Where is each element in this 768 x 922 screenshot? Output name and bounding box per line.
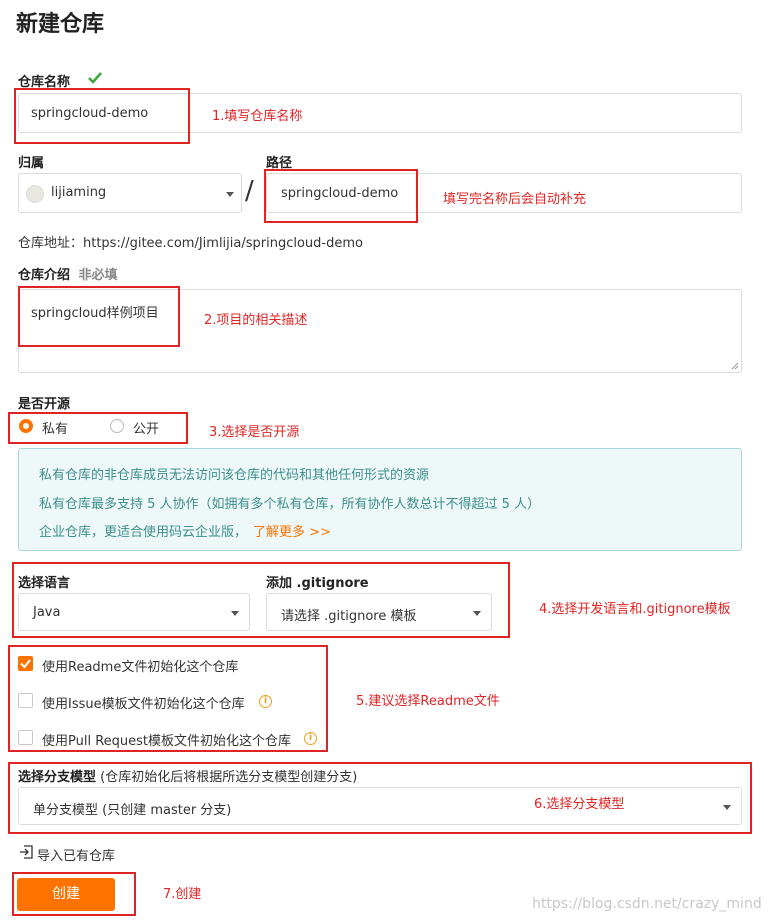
chevron-down-icon [723,805,731,810]
readme-checkbox[interactable] [18,656,33,671]
owner-select[interactable]: lijiaming [18,173,242,213]
create-button[interactable]: 创建 [17,878,115,911]
learn-more-link[interactable]: 了解更多 >> [253,525,331,540]
annotation-1: 1.填写仓库名称 [212,109,303,124]
pr-checkbox[interactable] [18,730,33,745]
annotation-box-2 [18,286,180,347]
radio-private[interactable] [19,419,33,433]
annotation-7: 7.创建 [163,887,202,902]
issue-checkbox[interactable] [18,693,33,708]
check-icon [20,659,31,669]
gitignore-label: 添加 .gitignore [266,576,369,591]
info-icon[interactable]: i [304,732,317,745]
notice-line-1: 私有仓库的非仓库成员无法访问该仓库的代码和其他任何形式的资源 [39,468,430,483]
owner-value: lijiaming [51,185,107,200]
radio-public[interactable] [110,419,124,433]
annotation-3: 3.选择是否开源 [209,425,300,440]
annotation-6: 6.选择分支模型 [534,797,625,812]
annotation-box-path [264,169,418,223]
gitignore-value: 请选择 .gitignore 模板 [281,609,417,624]
notice-box: 私有仓库的非仓库成员无法访问该仓库的代码和其他任何形式的资源 私有仓库最多支持 … [18,448,742,551]
repo-address: 仓库地址：https://gitee.com/Jimlijia/springcl… [18,236,363,251]
branch-select[interactable]: 单分支模型 (只创建 master 分支) [18,787,742,825]
radio-public-label[interactable]: 公开 [133,418,159,437]
page-title: 新建仓库 [16,12,105,37]
language-value: Java [33,605,61,620]
issue-label[interactable]: 使用Issue模板文件初始化这个仓库 [42,693,245,712]
watermark: https://blog.csdn.net/crazy_mind [532,896,762,912]
chevron-down-icon [231,611,239,616]
readme-label[interactable]: 使用Readme文件初始化这个仓库 [42,656,238,675]
branch-hint: (仓库初始化后将根据所选分支模型创建分支) [100,770,358,785]
annotation-4: 4.选择开发语言和.gitignore模板 [539,602,731,617]
notice-line-3: 企业仓库，更适合使用码云企业版， 了解更多 >> [39,525,331,540]
visibility-label: 是否开源 [18,397,71,412]
info-icon[interactable]: i [259,695,272,708]
language-select[interactable]: Java [18,593,250,631]
branch-label: 选择分支模型 [18,770,97,785]
language-label: 选择语言 [18,576,71,591]
branch-value: 单分支模型 (只创建 master 分支) [33,803,232,818]
path-separator: / [245,176,254,206]
annotation-box-1 [14,88,190,144]
check-icon [88,72,102,84]
import-icon [20,845,33,859]
chevron-down-icon [226,192,234,197]
notice-line-2: 私有仓库最多支持 5 人协作（如拥有多个私有仓库，所有协作人数总计不得超过 5 … [39,497,541,512]
import-link[interactable]: 导入已有仓库 [37,845,115,864]
annotation-2: 2.项目的相关描述 [204,313,308,328]
radio-private-label[interactable]: 私有 [42,418,68,437]
gitignore-select[interactable]: 请选择 .gitignore 模板 [266,593,492,631]
optional-tag: 非必填 [78,268,118,283]
branch-label-row: 选择分支模型 (仓库初始化后将根据所选分支模型创建分支) [18,766,357,785]
annotation-5: 5.建议选择Readme文件 [356,694,500,709]
pr-label[interactable]: 使用Pull Request模板文件初始化这个仓库 [42,730,291,749]
owner-label: 归属 [18,156,45,171]
resize-handle-icon[interactable] [731,362,739,370]
chevron-down-icon [473,611,481,616]
avatar [26,185,44,203]
annotation-path: 填写完名称后会自动补充 [443,192,587,207]
annotation-box-3 [8,412,188,444]
description-label: 仓库介绍 非必填 [18,268,118,283]
